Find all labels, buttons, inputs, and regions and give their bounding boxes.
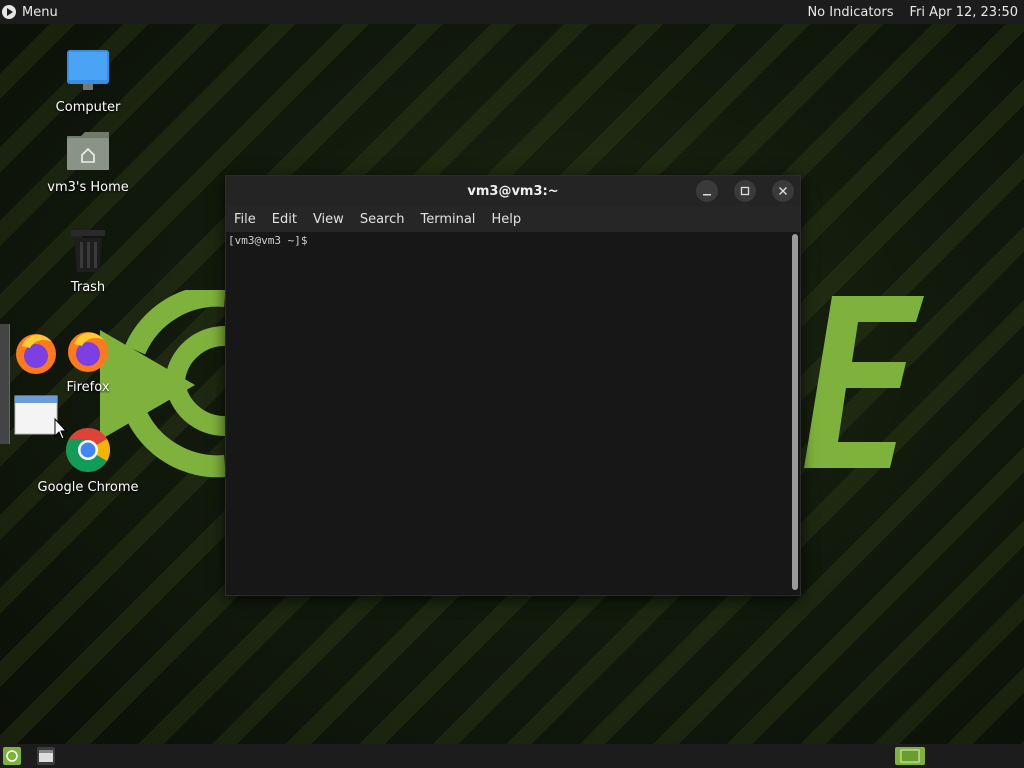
close-button[interactable] — [772, 180, 794, 202]
terminal-titlebar[interactable]: vm3@vm3:~ — [226, 176, 800, 206]
terminal-window[interactable]: vm3@vm3:~ File Edit View Search Terminal… — [225, 175, 801, 596]
chrome-icon — [66, 428, 110, 472]
desktop-icon-home[interactable]: vm3's Home — [33, 128, 143, 195]
terminal-output[interactable]: [vm3@vm3 ~]$ — [226, 232, 800, 595]
workspace-icon — [900, 749, 920, 763]
mate-logo-icon — [6, 750, 18, 762]
desktop-icon-trash[interactable]: Trash — [33, 226, 143, 295]
menu-terminal[interactable]: Terminal — [412, 212, 483, 227]
wallpaper-e-letter-icon — [804, 296, 924, 468]
show-desktop-button[interactable] — [3, 747, 21, 765]
menu-search[interactable]: Search — [352, 212, 413, 227]
minimize-button[interactable] — [696, 180, 718, 202]
taskbar-terminal-button[interactable] — [37, 747, 55, 765]
main-menu-label: Menu — [22, 4, 58, 20]
maximize-button[interactable] — [734, 180, 756, 202]
window-title: vm3@vm3:~ — [467, 183, 559, 199]
mate-logo-icon — [2, 5, 16, 19]
menu-edit[interactable]: Edit — [264, 212, 305, 227]
desktop-icon-computer[interactable]: Computer — [33, 48, 143, 115]
home-folder-icon — [67, 132, 109, 170]
desktop-icon-label: Google Chrome — [37, 480, 139, 495]
desktop-icon-label: vm3's Home — [47, 180, 129, 195]
firefox-icon — [68, 332, 108, 372]
desktop-icon-firefox[interactable]: Firefox — [33, 326, 143, 395]
desktop-icon-label: Computer — [55, 100, 121, 115]
close-icon — [779, 187, 787, 195]
desktop-icon-label: Trash — [70, 280, 106, 295]
menu-help[interactable]: Help — [483, 212, 529, 227]
top-panel: Menu No Indicators Fri Apr 12, 23:50 — [0, 0, 1024, 24]
window-icon — [39, 750, 53, 762]
indicators-applet[interactable]: No Indicators — [807, 5, 893, 20]
computer-icon — [67, 50, 109, 90]
terminal-menubar: File Edit View Search Terminal Help — [226, 206, 800, 233]
minimize-icon — [703, 194, 711, 196]
desktop-icon-label: Firefox — [66, 380, 110, 395]
maximize-icon — [740, 186, 750, 196]
terminal-scrollbar[interactable] — [792, 234, 798, 590]
desktop-icon-chrome[interactable]: Google Chrome — [33, 426, 143, 495]
terminal-prompt: [vm3@vm3 ~]$ — [228, 234, 308, 247]
trash-icon — [71, 230, 105, 272]
clock[interactable]: Fri Apr 12, 23:50 — [909, 5, 1018, 20]
workspace-switcher[interactable] — [895, 747, 925, 765]
menu-view[interactable]: View — [305, 212, 352, 227]
menu-file[interactable]: File — [226, 212, 264, 227]
main-menu-button[interactable]: Menu — [0, 0, 64, 24]
bottom-panel — [0, 744, 1024, 768]
left-dock-handle[interactable] — [0, 324, 10, 444]
